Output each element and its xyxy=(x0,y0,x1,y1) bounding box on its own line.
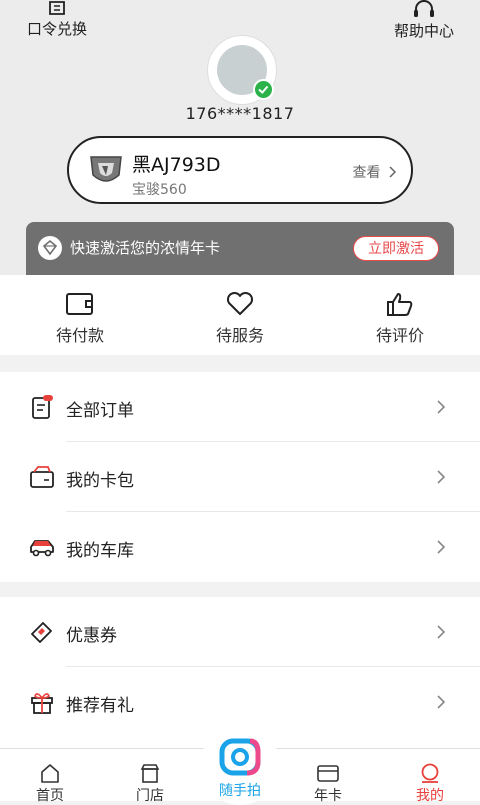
tab-store-label: 门店 xyxy=(136,788,164,804)
user-phone: 176****1817 xyxy=(185,104,295,123)
verified-check-icon xyxy=(253,79,274,100)
car-brand-logo-icon xyxy=(90,156,122,182)
redeem-code-button[interactable]: 口令兑换 xyxy=(24,0,90,39)
camera-tab-label: 随手拍 xyxy=(219,783,261,799)
tab-mine[interactable]: 我的 xyxy=(390,763,470,805)
heart-icon xyxy=(226,291,254,315)
profile-header: 口令兑换 帮助中心 176****1817 黑AJ793D 宝骏560 查看 快… xyxy=(0,0,480,275)
menu-my-garage-label: 我的车库 xyxy=(66,541,134,561)
car-icon xyxy=(30,540,54,557)
headset-icon xyxy=(414,0,434,17)
activate-now-button[interactable]: 立即激活 xyxy=(353,236,439,261)
order-pending-payment-label: 待付款 xyxy=(55,326,104,345)
diamond-icon xyxy=(38,236,62,260)
tab-annual-card-label: 年卡 xyxy=(314,788,342,804)
chevron-right-icon xyxy=(437,540,446,554)
order-pending-service[interactable]: 待服务 xyxy=(185,291,295,346)
menu-card-wallet-label: 我的卡包 xyxy=(66,471,134,491)
menu-coupons-label: 优惠券 xyxy=(66,626,117,646)
order-pending-payment[interactable]: 待付款 xyxy=(25,291,135,346)
tab-home-label: 首页 xyxy=(36,788,64,804)
tab-store[interactable]: 门店 xyxy=(110,763,190,805)
redeem-code-label: 口令兑换 xyxy=(26,20,87,38)
menu-card-wallet[interactable]: 我的卡包 xyxy=(0,442,480,512)
thumbs-up-icon xyxy=(387,293,413,316)
chevron-right-icon xyxy=(389,166,397,178)
menu-my-garage[interactable]: 我的车库 xyxy=(0,512,480,582)
order-status-bar: 待付款 待服务 待评价 xyxy=(0,275,480,355)
chevron-right-icon xyxy=(437,695,446,709)
card-icon xyxy=(317,765,339,782)
car-plate: 黑AJ793D xyxy=(132,154,221,176)
banner-text: 快速激活您的浓情年卡 xyxy=(70,239,221,257)
car-card[interactable]: 黑AJ793D 宝骏560 查看 xyxy=(67,136,413,204)
tab-annual-card[interactable]: 年卡 xyxy=(288,763,368,805)
menu-group-orders: 全部订单 我的卡包 我的车库 xyxy=(0,372,480,582)
menu-all-orders[interactable]: 全部订单 xyxy=(0,372,480,442)
order-pending-service-label: 待服务 xyxy=(215,326,264,345)
view-car-label: 查看 xyxy=(352,165,381,181)
order-pending-review-label: 待评价 xyxy=(375,326,424,345)
chevron-right-icon xyxy=(437,400,446,414)
card-wallet-icon xyxy=(30,466,54,488)
store-icon xyxy=(140,764,160,783)
ticket-icon xyxy=(49,1,65,15)
camera-icon xyxy=(219,738,261,776)
menu-all-orders-label: 全部订单 xyxy=(66,401,134,421)
order-list-icon xyxy=(32,395,53,419)
help-center-button[interactable]: 帮助中心 xyxy=(390,0,458,41)
coupon-icon xyxy=(31,622,52,643)
help-center-label: 帮助中心 xyxy=(393,22,454,40)
user-icon xyxy=(421,763,439,783)
chevron-right-icon xyxy=(437,625,446,639)
menu-coupons[interactable]: 优惠券 xyxy=(0,597,480,667)
wallet-icon xyxy=(66,293,93,315)
tab-home[interactable]: 首页 xyxy=(10,763,90,805)
gift-icon xyxy=(31,693,53,714)
tab-mine-label: 我的 xyxy=(416,788,444,804)
annual-card-banner: 快速激活您的浓情年卡 立即激活 xyxy=(26,222,454,275)
car-model: 宝骏560 xyxy=(132,182,187,198)
menu-referral-gift-label: 推荐有礼 xyxy=(66,696,134,716)
home-icon xyxy=(41,764,59,783)
order-pending-review[interactable]: 待评价 xyxy=(345,291,455,346)
chevron-right-icon xyxy=(437,470,446,484)
view-car-link[interactable]: 查看 xyxy=(353,162,397,182)
